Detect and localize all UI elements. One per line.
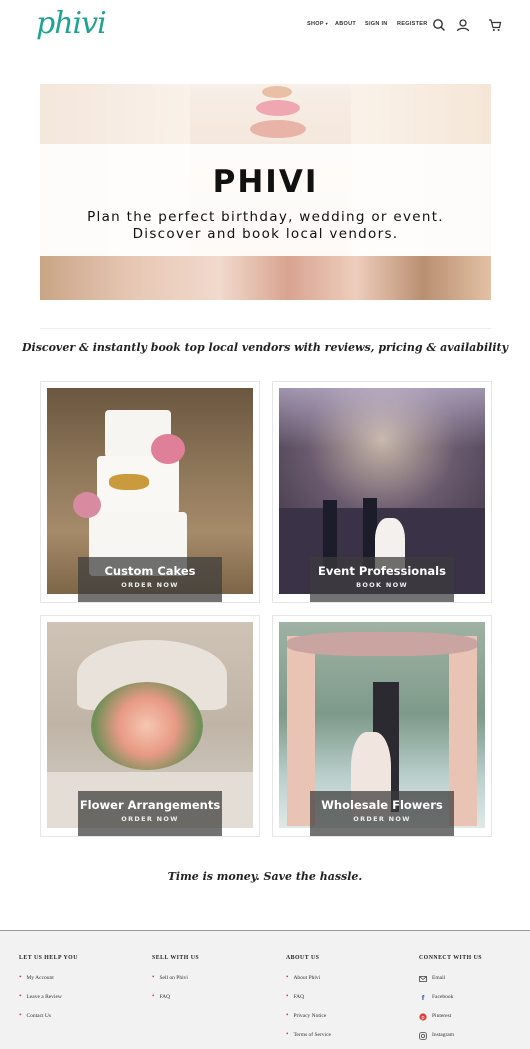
card-label: Wholesale Flowers ORDER NOW (310, 791, 454, 836)
footer-about-column: ABOUT US • About Phivi • FAQ • Privacy Noti… (286, 955, 331, 1049)
book-now-link[interactable]: BOOK NOW (310, 581, 454, 589)
footer-sell-column: SELL WITH US • Sell on Phivi • FAQ (152, 955, 199, 1013)
chevron-down-icon: ▾ (325, 21, 328, 26)
order-now-link[interactable]: ORDER NOW (78, 581, 222, 589)
nav-about[interactable]: ABOUT (335, 21, 365, 27)
hero-title: PHIVI (212, 164, 319, 200)
card-title: Wholesale Flowers (321, 798, 443, 812)
card-title: Event Professionals (318, 564, 446, 578)
order-now-link[interactable]: ORDER NOW (310, 815, 454, 823)
svg-text:p: p (421, 1015, 424, 1021)
logo[interactable]: phivi (36, 6, 107, 41)
tagline: Discover & instantly book top local vend… (21, 341, 508, 354)
cart-icon[interactable] (488, 18, 502, 32)
card-custom-cakes[interactable]: Custom Cakes ORDER NOW (40, 381, 260, 603)
footer-link-email[interactable]: Email (419, 975, 482, 994)
macaron (256, 100, 300, 116)
search-icon[interactable] (432, 18, 446, 32)
site-footer: LET US HELP YOU • My Account • Leave a Rev… (0, 930, 530, 1049)
card-label: Flower Arrangements ORDER NOW (78, 791, 222, 836)
footer-link-facebook[interactable]: f Facebook (419, 994, 482, 1013)
footer-link-privacy[interactable]: • Privacy Notice (286, 1012, 331, 1032)
user-icon[interactable] (456, 18, 470, 32)
facebook-icon: f (421, 994, 425, 1002)
footer-link-leave-review[interactable]: • Leave a Review (19, 993, 78, 1013)
footer-help-column: LET US HELP YOU • My Account • Leave a Rev… (19, 955, 78, 1032)
instagram-icon (419, 1032, 427, 1040)
order-now-link[interactable]: ORDER NOW (78, 815, 222, 823)
card-label: Custom Cakes ORDER NOW (78, 557, 222, 602)
footer-heading: CONNECT WITH US (419, 955, 483, 961)
hero-cake-photo (40, 256, 491, 300)
card-title: Custom Cakes (104, 564, 196, 578)
nav-shop[interactable]: SHOP ▾ (307, 21, 335, 27)
footer-heading: LET US HELP YOU (19, 955, 78, 961)
macaron (250, 120, 306, 138)
nav-register[interactable]: REGISTER (397, 21, 427, 27)
card-label: Event Professionals BOOK NOW (310, 557, 454, 602)
footer-link-faq[interactable]: • FAQ (286, 993, 331, 1013)
nav-sign-in[interactable]: SIGN IN (365, 21, 397, 27)
main-nav: SHOP ▾ ABOUT SIGN IN REGISTER (307, 21, 427, 27)
divider (40, 328, 491, 329)
footer-link-terms[interactable]: • Terms of Service (286, 1031, 331, 1049)
footer-link-pinterest[interactable]: p Pinterest (419, 1013, 482, 1032)
pinterest-icon: p (419, 1013, 427, 1021)
footer-link-my-account[interactable]: • My Account (19, 974, 78, 994)
hero-banner: PHIVI Plan the perfect birthday, wedding… (40, 84, 491, 300)
footer-link-about[interactable]: • About Phivi (286, 974, 331, 994)
card-flower-arrangements[interactable]: Flower Arrangements ORDER NOW (40, 615, 260, 837)
hero-subtitle: Plan the perfect birthday, wedding or ev… (87, 209, 444, 242)
footer-link-sell[interactable]: • Sell on Phivi (152, 974, 199, 994)
site-header: phivi SHOP ▾ ABOUT SIGN IN REGISTER (0, 0, 530, 52)
email-icon (419, 976, 427, 982)
footer-link-faq[interactable]: • FAQ (152, 993, 199, 1013)
card-title: Flower Arrangements (79, 798, 221, 812)
footer-connect-column: CONNECT WITH US Email f Facebook p Pinte… (419, 955, 482, 1049)
closing-text: Time is money. Save the hassle. (167, 870, 363, 883)
footer-link-instagram[interactable]: Instagram (419, 1032, 482, 1049)
card-wholesale-flowers[interactable]: Wholesale Flowers ORDER NOW (272, 615, 492, 837)
footer-link-contact[interactable]: • Contact Us (19, 1012, 78, 1032)
macaron-tower (262, 86, 292, 98)
card-event-professionals[interactable]: Event Professionals BOOK NOW (272, 381, 492, 603)
footer-heading: SELL WITH US (152, 955, 200, 961)
footer-heading: ABOUT US (286, 955, 320, 961)
